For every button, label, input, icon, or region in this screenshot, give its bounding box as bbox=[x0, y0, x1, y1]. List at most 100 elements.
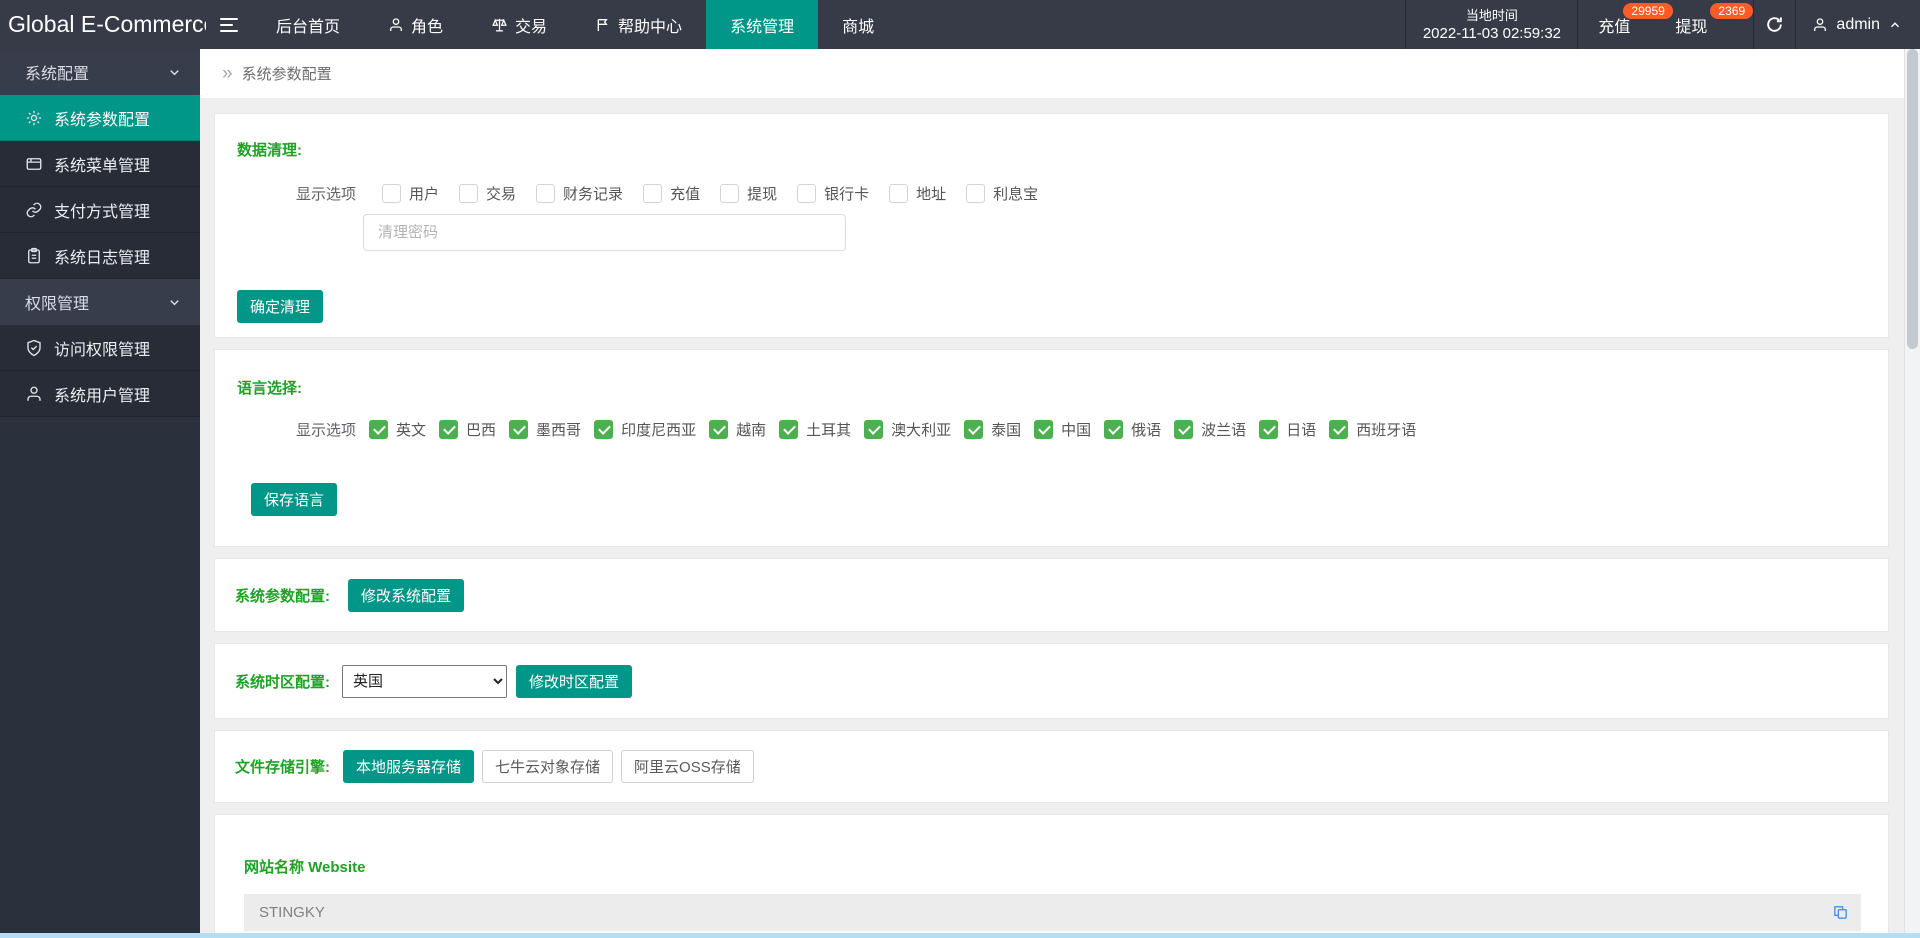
lang-option-indonesia[interactable]: 印度尼西亚 bbox=[594, 419, 696, 440]
website-name-label: 网站名称 Website bbox=[244, 859, 366, 876]
local-time-label: 当地时间 bbox=[1465, 7, 1518, 23]
chevron-down-icon bbox=[170, 299, 179, 305]
checkbox[interactable] bbox=[889, 184, 909, 203]
sidebar-section-permissions[interactable]: 权限管理 bbox=[0, 279, 200, 325]
link-icon bbox=[26, 202, 42, 217]
checkbox-option-withdraw[interactable]: 提现 bbox=[720, 183, 777, 204]
confirm-clean-button[interactable]: 确定清理 bbox=[237, 290, 324, 323]
sidebar-toggle-button[interactable] bbox=[206, 0, 252, 49]
top-nav: 后台首页 角色 交易 帮助中心 系统管理 商城 bbox=[252, 0, 898, 49]
checkbox-checked[interactable] bbox=[1259, 420, 1279, 439]
user-menu[interactable]: admin bbox=[1795, 0, 1920, 49]
nav-item-mall[interactable]: 商城 bbox=[818, 0, 898, 49]
checkbox-checked[interactable] bbox=[1104, 420, 1124, 439]
sidebar-item-system-params[interactable]: 系统参数配置 bbox=[0, 95, 200, 141]
nav-item-help-center[interactable]: 帮助中心 bbox=[571, 0, 706, 49]
checkbox-option-address[interactable]: 地址 bbox=[889, 183, 946, 204]
sidebar-item-payment-methods[interactable]: 支付方式管理 bbox=[0, 187, 200, 233]
save-language-button[interactable]: 保存语言 bbox=[251, 483, 338, 516]
lang-option-polish[interactable]: 波兰语 bbox=[1174, 419, 1246, 440]
lang-option-mexico[interactable]: 墨西哥 bbox=[509, 419, 581, 440]
checkbox-option-interest[interactable]: 利息宝 bbox=[966, 183, 1038, 204]
checkbox-checked[interactable] bbox=[1034, 420, 1054, 439]
storage-aliyun-oss-button[interactable]: 阿里云OSS存储 bbox=[621, 750, 754, 783]
lang-option-english[interactable]: 英文 bbox=[369, 419, 426, 440]
sidebar-item-access-permissions[interactable]: 访问权限管理 bbox=[0, 325, 200, 371]
checkbox[interactable] bbox=[966, 184, 986, 203]
website-name-input[interactable] bbox=[244, 894, 1861, 931]
chevron-up-icon bbox=[1891, 21, 1899, 27]
lang-option-spanish[interactable]: 西班牙语 bbox=[1329, 419, 1416, 440]
checkbox-option-transactions[interactable]: 交易 bbox=[459, 183, 516, 204]
checkbox[interactable] bbox=[382, 184, 402, 203]
checkbox-checked[interactable] bbox=[864, 420, 884, 439]
flag-icon bbox=[597, 18, 608, 31]
checkbox[interactable] bbox=[797, 184, 817, 203]
lang-option-turkey[interactable]: 土耳其 bbox=[779, 419, 851, 440]
vertical-scrollbar[interactable] bbox=[1904, 49, 1920, 938]
copy-button[interactable] bbox=[1832, 904, 1849, 921]
refresh-button[interactable] bbox=[1753, 0, 1795, 49]
modify-timezone-button[interactable]: 修改时区配置 bbox=[516, 664, 633, 698]
language-options-row: 显示选项 英文 巴西 墨西哥 印度尼西亚 越南 土耳其 澳大利亚 泰国 中国 俄… bbox=[296, 419, 1866, 440]
storage-local-button[interactable]: 本地服务器存储 bbox=[343, 750, 475, 783]
system-config-label: 系统参数配置: bbox=[235, 587, 330, 605]
checkbox[interactable] bbox=[459, 184, 479, 203]
website-name-card: 网站名称 Website 网站名称及网站图标，将显示在浏览器的标签上 bbox=[214, 814, 1889, 938]
modify-system-config-button[interactable]: 修改系统配置 bbox=[348, 578, 465, 612]
checkbox-option-finance-records[interactable]: 财务记录 bbox=[536, 183, 623, 204]
nav-item-roles[interactable]: 角色 bbox=[364, 0, 467, 49]
checkbox[interactable] bbox=[720, 184, 740, 203]
checkbox-checked[interactable] bbox=[1329, 420, 1349, 439]
checkbox-option-users[interactable]: 用户 bbox=[382, 183, 439, 204]
storage-engine-card: 文件存储引擎: 本地服务器存储 七牛云对象存储 阿里云OSS存储 bbox=[214, 730, 1889, 803]
user-icon bbox=[390, 17, 403, 31]
lang-option-japanese[interactable]: 日语 bbox=[1259, 419, 1316, 440]
topbar: Global E-Commerce... 后台首页 角色 交易 帮助中心 系统管… bbox=[0, 0, 1920, 49]
sidebar-item-system-logs[interactable]: 系统日志管理 bbox=[0, 233, 200, 279]
withdraw-button[interactable]: 提现 2369 bbox=[1665, 0, 1754, 49]
lang-option-china[interactable]: 中国 bbox=[1034, 419, 1091, 440]
nav-item-transactions[interactable]: 交易 bbox=[467, 0, 571, 49]
checkbox-checked[interactable] bbox=[1174, 420, 1194, 439]
breadcrumb-label: 系统参数配置 bbox=[241, 66, 332, 83]
lang-option-thailand[interactable]: 泰国 bbox=[964, 419, 1021, 440]
clipboard-icon bbox=[28, 247, 40, 263]
checkbox-checked[interactable] bbox=[779, 420, 799, 439]
timezone-select[interactable]: 英国 bbox=[342, 664, 507, 698]
sidebar-item-system-users[interactable]: 系统用户管理 bbox=[0, 371, 200, 417]
recharge-button[interactable]: 充值 29959 bbox=[1577, 0, 1673, 49]
lang-option-russian[interactable]: 俄语 bbox=[1104, 419, 1161, 440]
sidebar-section-system-config[interactable]: 系统配置 bbox=[0, 49, 200, 95]
breadcrumb: » 系统参数配置 bbox=[200, 49, 1904, 98]
withdraw-count-badge: 2369 bbox=[1710, 3, 1754, 19]
lang-option-australia[interactable]: 澳大利亚 bbox=[864, 419, 951, 440]
shield-check-icon bbox=[27, 339, 41, 356]
topbar-right: 当地时间 2022-11-03 02:59:32 充值 29959 提现 236… bbox=[1405, 0, 1920, 49]
clean-password-input[interactable] bbox=[363, 214, 846, 251]
nav-item-system-management[interactable]: 系统管理 bbox=[706, 0, 819, 49]
sidebar-item-system-menu[interactable]: 系统菜单管理 bbox=[0, 141, 200, 187]
checkbox-option-recharge[interactable]: 充值 bbox=[643, 183, 700, 204]
nav-item-dashboard[interactable]: 后台首页 bbox=[252, 0, 364, 49]
scrollbar-thumb[interactable] bbox=[1907, 49, 1918, 349]
lang-option-vietnam[interactable]: 越南 bbox=[709, 419, 766, 440]
recharge-count-badge: 29959 bbox=[1623, 3, 1673, 19]
checkbox[interactable] bbox=[643, 184, 663, 203]
main-area: » 系统参数配置 数据清理: 显示选项 用户 交易 财务记录 充值 提现 银行卡… bbox=[200, 49, 1904, 938]
storage-qiniu-button[interactable]: 七牛云对象存储 bbox=[482, 750, 614, 783]
lang-option-brazil[interactable]: 巴西 bbox=[439, 419, 496, 440]
checkbox-checked[interactable] bbox=[369, 420, 389, 439]
checkbox-checked[interactable] bbox=[439, 420, 459, 439]
local-time-value: 2022-11-03 02:59:32 bbox=[1422, 24, 1561, 42]
checkbox-checked[interactable] bbox=[964, 420, 984, 439]
checkbox-checked[interactable] bbox=[509, 420, 529, 439]
checkbox-checked[interactable] bbox=[594, 420, 614, 439]
checkbox-checked[interactable] bbox=[709, 420, 729, 439]
checkbox[interactable] bbox=[536, 184, 556, 203]
checkbox-option-bank-card[interactable]: 银行卡 bbox=[797, 183, 869, 204]
refresh-icon bbox=[1767, 17, 1783, 32]
local-time: 当地时间 2022-11-03 02:59:32 bbox=[1405, 0, 1577, 49]
timezone-label: 系统时区配置: bbox=[235, 673, 330, 691]
options-label: 显示选项 bbox=[296, 186, 357, 203]
